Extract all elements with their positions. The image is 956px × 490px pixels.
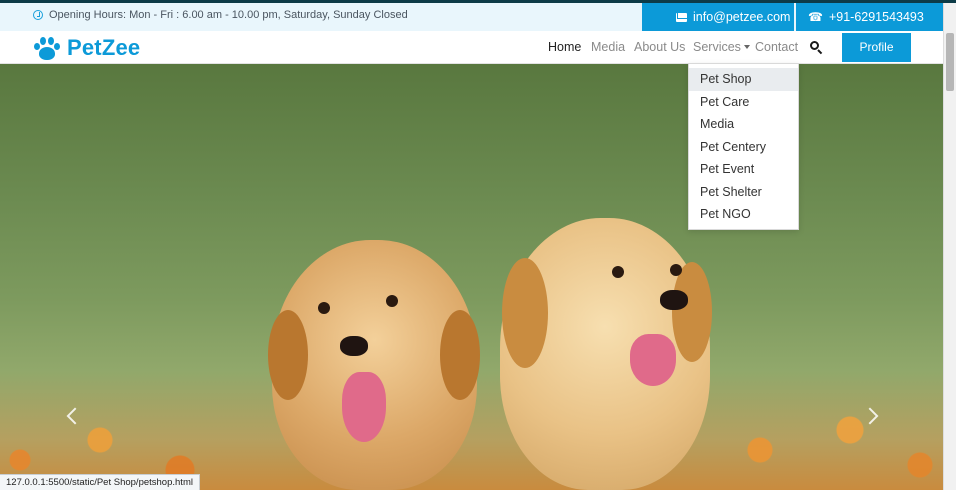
phone-link[interactable]: ☎ +91-6291543493 [796, 3, 943, 31]
dropdown-item-pet-shop[interactable]: Pet Shop [689, 68, 798, 91]
dropdown-item-pet-event[interactable]: Pet Event [689, 158, 798, 181]
clock-icon [33, 10, 43, 20]
top-info-bar: Opening Hours: Mon - Fri : 6.00 am - 10.… [0, 3, 943, 31]
nav-contact[interactable]: Contact [755, 40, 798, 54]
dropdown-item-pet-ngo[interactable]: Pet NGO [689, 203, 798, 226]
scrollbar-thumb[interactable] [946, 33, 954, 91]
phone-icon: ☎ [808, 10, 823, 24]
brand-logo[interactable]: PetZee [33, 35, 140, 61]
dropdown-item-pet-centery[interactable]: Pet Centery [689, 136, 798, 159]
dropdown-item-pet-shelter[interactable]: Pet Shelter [689, 181, 798, 204]
link-status-bar: 127.0.0.1:5500/static/Pet Shop/petshop.h… [0, 474, 200, 490]
search-icon[interactable] [810, 41, 823, 55]
puppy-right [500, 218, 712, 490]
phone-text: +91-6291543493 [828, 10, 924, 24]
nav-about-us[interactable]: About Us [634, 40, 685, 54]
hero-carousel [0, 64, 943, 490]
main-navbar: PetZee Home Media About Us Services Cont… [0, 31, 943, 64]
nav-home[interactable]: Home [548, 40, 581, 54]
profile-button[interactable]: Profile [842, 33, 911, 62]
email-link[interactable]: info@petzee.com [642, 3, 794, 31]
envelope-icon [676, 12, 687, 22]
caret-down-icon [743, 45, 750, 49]
nav-media[interactable]: Media [591, 40, 625, 54]
brand-name: PetZee [67, 35, 141, 60]
opening-hours: Opening Hours: Mon - Fri : 6.00 am - 10.… [33, 9, 408, 21]
puppy-left [268, 240, 480, 490]
nav-services-label: Services [693, 40, 741, 54]
paw-icon [33, 36, 61, 60]
page-scrollbar[interactable] [943, 3, 956, 490]
email-text: info@petzee.com [693, 10, 791, 24]
dropdown-item-media[interactable]: Media [689, 113, 798, 136]
nav-services[interactable]: Services [693, 40, 750, 54]
services-dropdown-menu: Pet Shop Pet Care Media Pet Centery Pet … [688, 63, 799, 230]
opening-hours-text: Opening Hours: Mon - Fri : 6.00 am - 10.… [49, 9, 408, 21]
dropdown-item-pet-care[interactable]: Pet Care [689, 91, 798, 114]
